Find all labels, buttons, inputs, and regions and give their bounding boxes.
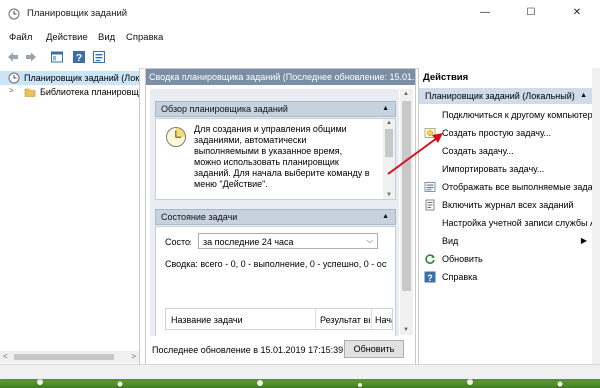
annotation-arrow — [387, 133, 443, 175]
annotation-overlay — [387, 133, 443, 175]
